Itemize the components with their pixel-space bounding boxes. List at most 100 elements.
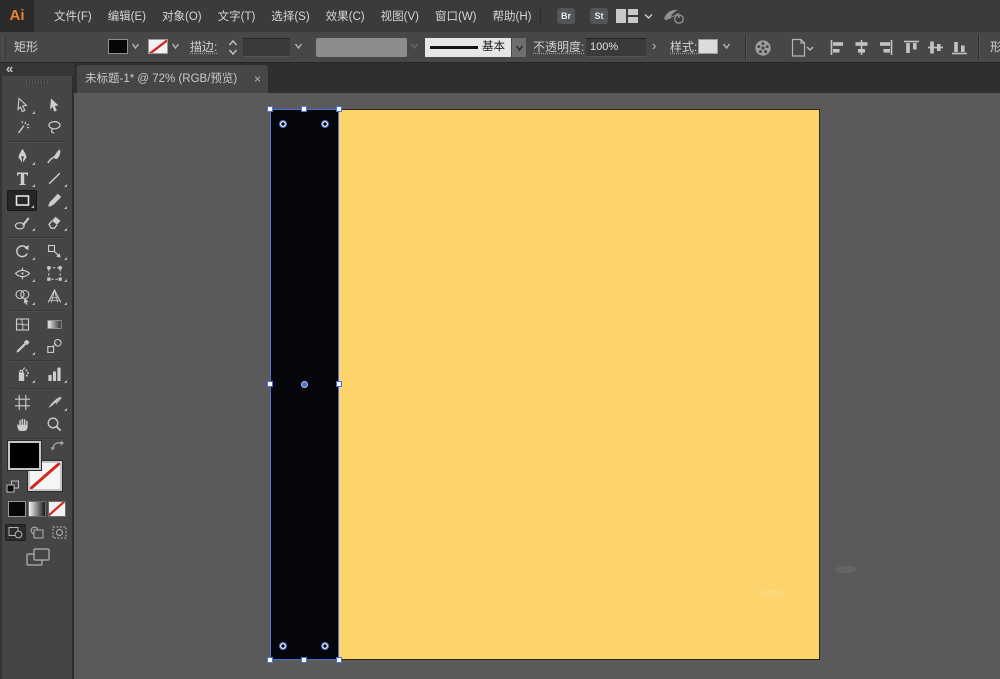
menu-help[interactable]: 帮助(H) xyxy=(485,8,540,24)
fill-chevron-icon[interactable] xyxy=(131,42,140,50)
selection-handle[interactable] xyxy=(301,105,307,112)
live-corner-widget[interactable] xyxy=(320,641,329,650)
style-chevron-icon[interactable] xyxy=(722,42,731,50)
gradient-tool[interactable] xyxy=(39,314,69,335)
free-transform-tool[interactable] xyxy=(39,263,69,284)
bridge-button[interactable]: Br xyxy=(557,8,575,24)
menu-select[interactable]: 选择(S) xyxy=(263,8,317,24)
draw-inside-button[interactable] xyxy=(49,524,70,541)
live-corner-widget[interactable] xyxy=(320,119,329,128)
eraser-tool[interactable] xyxy=(39,212,69,233)
default-fill-stroke-icon[interactable] xyxy=(6,480,20,493)
tool-divider xyxy=(9,237,65,238)
stock-button[interactable]: St xyxy=(590,8,608,24)
stroke-weight-label[interactable]: 描边: xyxy=(190,32,217,62)
controlbar-grip[interactable] xyxy=(2,37,6,58)
selection-handle[interactable] xyxy=(301,656,307,663)
menu-window[interactable]: 窗口(W) xyxy=(427,8,485,24)
draw-normal-button[interactable] xyxy=(5,524,26,541)
curvature-tool[interactable] xyxy=(39,146,69,167)
eyedropper-tool[interactable] xyxy=(7,336,37,357)
rotate-tool[interactable] xyxy=(7,241,37,262)
brush-definition-dropdown[interactable]: 基本 xyxy=(425,38,511,57)
recolor-artwork-icon[interactable] xyxy=(754,39,772,57)
direct-selection-icon xyxy=(16,97,28,113)
rectangle-tool[interactable] xyxy=(7,190,37,211)
scale-tool[interactable] xyxy=(39,241,69,262)
selection-handle[interactable] xyxy=(335,381,342,387)
blend-tool[interactable] xyxy=(39,336,69,357)
menu-effect[interactable]: 效果(C) xyxy=(318,8,373,24)
draw-behind-button[interactable] xyxy=(27,524,48,541)
selection-center-point[interactable] xyxy=(301,381,308,388)
stroke-color-swatch[interactable] xyxy=(148,39,168,54)
selection-tool[interactable] xyxy=(39,95,69,116)
align-center-horizontal-button[interactable] xyxy=(854,40,869,55)
live-corner-widget[interactable] xyxy=(278,119,287,128)
align-left-button[interactable] xyxy=(830,40,845,55)
symbol-sprayer-tool[interactable] xyxy=(7,364,37,385)
artboard-tool[interactable] xyxy=(7,392,37,413)
stroke-weight-chevron-icon[interactable] xyxy=(294,42,303,50)
panel-grip[interactable] xyxy=(26,81,48,84)
gradient-button[interactable] xyxy=(29,502,45,516)
selection-handle[interactable] xyxy=(266,381,273,387)
line-segment-tool[interactable] xyxy=(39,168,69,189)
shaper-tool[interactable] xyxy=(7,212,37,233)
width-tool[interactable] xyxy=(7,263,37,284)
stroke-chevron-icon[interactable] xyxy=(171,42,180,50)
opacity-label[interactable]: 不透明度: xyxy=(533,32,584,62)
pen-tool[interactable] xyxy=(7,146,37,167)
opacity-field[interactable]: 100% xyxy=(586,38,646,57)
style-label[interactable]: 样式: xyxy=(670,32,697,62)
workspace-switcher-icon[interactable] xyxy=(616,9,640,23)
document-setup-icon[interactable] xyxy=(790,38,816,58)
selection-handle[interactable] xyxy=(335,105,342,112)
menu-view[interactable]: 视图(V) xyxy=(373,8,427,24)
artboard[interactable] xyxy=(270,109,820,660)
workspace-chevron-icon[interactable] xyxy=(644,13,653,20)
menu-edit[interactable]: 编辑(E) xyxy=(100,8,154,24)
direct-selection-tool[interactable] xyxy=(7,95,37,116)
menu-object[interactable]: 对象(O) xyxy=(154,8,210,24)
align-center-vertical-button[interactable] xyxy=(928,40,943,55)
paintbrush-tool[interactable] xyxy=(39,190,69,211)
live-corner-widget[interactable] xyxy=(278,641,287,650)
magic-wand-tool[interactable] xyxy=(7,117,37,138)
stroke-weight-field[interactable] xyxy=(243,38,290,57)
width-profile-dropdown[interactable] xyxy=(316,38,407,57)
panel-collapse-button[interactable]: « xyxy=(6,62,13,75)
color-button[interactable] xyxy=(9,502,25,516)
swap-fill-stroke-icon[interactable] xyxy=(50,440,66,453)
slice-tool[interactable] xyxy=(39,392,69,413)
selection-handle[interactable] xyxy=(266,105,273,112)
align-right-button[interactable] xyxy=(878,40,893,55)
brush-chevron-button[interactable] xyxy=(512,38,526,57)
cloud-sync-icon[interactable] xyxy=(662,7,688,25)
zoom-tool[interactable] xyxy=(39,414,69,435)
width-profile-chevron-icon[interactable] xyxy=(410,42,419,50)
align-bottom-button[interactable] xyxy=(952,40,967,55)
column-graph-tool[interactable] xyxy=(39,364,69,385)
stroke-weight-stepper[interactable] xyxy=(228,39,238,56)
selection-handle[interactable] xyxy=(335,656,342,663)
selection-handle[interactable] xyxy=(266,656,273,663)
shape-builder-tool[interactable] xyxy=(7,286,37,307)
align-top-button[interactable] xyxy=(904,40,919,55)
opacity-more-button[interactable]: › xyxy=(652,38,656,53)
type-tool[interactable] xyxy=(7,168,37,189)
perspective-grid-tool[interactable] xyxy=(39,286,69,307)
document-tab[interactable]: 未标题-1* @ 72% (RGB/预览) × xyxy=(77,65,268,93)
none-button[interactable] xyxy=(49,502,65,516)
menu-type[interactable]: 文字(T) xyxy=(210,8,264,24)
screen-mode-icon[interactable] xyxy=(26,548,51,567)
tab-close-icon[interactable]: × xyxy=(254,65,261,93)
mesh-tool[interactable] xyxy=(7,314,37,335)
hand-tool[interactable] xyxy=(7,414,37,435)
style-swatch[interactable] xyxy=(698,39,718,54)
menu-file[interactable]: 文件(F) xyxy=(46,8,100,24)
fill-color-swatch[interactable] xyxy=(108,39,128,54)
lasso-tool[interactable] xyxy=(39,117,69,138)
canvas-area[interactable] xyxy=(74,93,1000,679)
fill-color-control[interactable] xyxy=(8,441,41,470)
